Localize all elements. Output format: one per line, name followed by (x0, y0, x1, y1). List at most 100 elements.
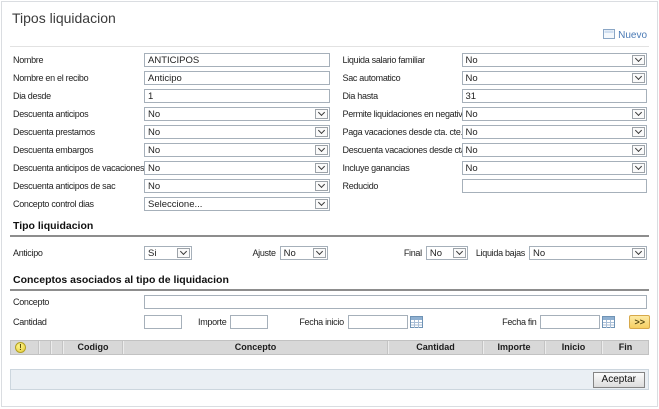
nombre-en-el-recibo-label: Nombre en el recibo (13, 73, 144, 83)
ajuste-label: Ajuste (252, 248, 275, 258)
select-value: No (281, 248, 312, 259)
add-concepto-button[interactable]: >> (629, 315, 650, 329)
form-row: Dia hasta (330, 87, 658, 105)
form-row: Paga vacaciones desde cta. cte.No (330, 123, 658, 141)
select-value: No (463, 127, 632, 138)
select-value: No (145, 145, 314, 156)
chevron-down-icon[interactable] (453, 248, 466, 258)
chevron-down-icon[interactable] (315, 181, 328, 191)
page-title: Tipos liquidacion (2, 2, 657, 26)
select-value: Si (145, 248, 176, 259)
importe-input[interactable] (230, 315, 268, 329)
footer-bar: Aceptar (10, 369, 649, 390)
toolbar: Nuevo (2, 27, 657, 43)
nombre-input[interactable] (144, 53, 330, 67)
liquida-salario-familiar-label: Liquida salario familiar (343, 55, 462, 65)
permite-liquidaciones-en-negativo-select[interactable]: No (462, 107, 648, 121)
liquida-salario-familiar-select[interactable]: No (462, 53, 648, 67)
select-value: No (145, 181, 314, 192)
reducido-input[interactable] (462, 179, 648, 193)
incluye-ganancias-select[interactable]: No (462, 161, 648, 175)
liquida-bajas-select[interactable]: No (529, 246, 647, 260)
dia-hasta-input[interactable] (462, 89, 648, 103)
aceptar-button[interactable]: Aceptar (593, 372, 645, 388)
paga-vacaciones-desde-cta-cte-select[interactable]: No (462, 125, 648, 139)
select-value: No (530, 248, 631, 259)
nuevo-link[interactable]: Nuevo (603, 29, 647, 42)
descuenta-anticipos-de-vacaciones-select[interactable]: No (144, 161, 330, 175)
chevron-down-icon[interactable] (315, 163, 328, 173)
chevron-down-icon[interactable] (632, 109, 645, 119)
dia-desde-input[interactable] (144, 89, 330, 103)
form-row: Nombre en el recibo (2, 69, 330, 87)
select-value: No (463, 109, 632, 120)
descuenta-prestamos-label: Descuenta prestamos (13, 127, 144, 137)
form-row: Dia desde (2, 87, 330, 105)
sac-automatico-select[interactable]: No (462, 71, 648, 85)
chevron-down-icon[interactable] (315, 109, 328, 119)
form-row: Nombre (2, 51, 330, 69)
fecha-fin-input[interactable] (540, 315, 600, 329)
main-form: Nombre Nombre en el recibo Dia desde Descue… (2, 51, 657, 213)
chevron-down-icon[interactable] (313, 248, 326, 258)
form-row: Incluye gananciasNo (330, 159, 658, 177)
fecha-inicio-calendar-icon[interactable] (410, 316, 425, 329)
select-value: No (463, 163, 632, 174)
sac-automatico-label: Sac automatico (343, 73, 462, 83)
ajuste-select[interactable]: No (280, 246, 328, 260)
concepto-control-dias-select[interactable]: Seleccione... (144, 197, 330, 211)
descuenta-vacaciones-desde-cta-cte-select[interactable]: No (462, 143, 648, 157)
form-row: Descuenta anticiposNo (2, 105, 330, 123)
chevron-down-icon[interactable] (632, 163, 645, 173)
form-row: Liquida salario familiarNo (330, 51, 658, 69)
descuenta-embargos-select[interactable]: No (144, 143, 330, 157)
cantidad-input[interactable] (144, 315, 182, 329)
chevron-down-icon[interactable] (632, 55, 645, 65)
column-header-importe: Importe (483, 341, 545, 354)
descuenta-vacaciones-desde-cta-cte-label: Descuenta vacaciones desde cta. cte. (343, 145, 462, 155)
select-value: No (145, 127, 314, 138)
dia-desde-label: Dia desde (13, 91, 144, 101)
warning-icon: ! (15, 342, 26, 353)
nombre-en-el-recibo-input[interactable] (144, 71, 330, 85)
fecha-inicio-label: Fecha inicio (299, 317, 343, 327)
chevron-down-icon[interactable] (177, 248, 190, 258)
chevron-down-icon[interactable] (315, 199, 328, 209)
descuenta-embargos-label: Descuenta embargos (13, 145, 144, 155)
fecha-inicio-input[interactable] (348, 315, 408, 329)
descuenta-anticipos-select[interactable]: No (144, 107, 330, 121)
concepto-input[interactable] (144, 295, 647, 309)
chevron-down-icon[interactable] (315, 127, 328, 137)
form-row: Reducido (330, 177, 658, 195)
form-row: Descuenta anticipos de vacacionesNo (2, 159, 330, 177)
descuenta-prestamos-select[interactable]: No (144, 125, 330, 139)
divider (10, 46, 649, 47)
incluye-ganancias-label: Incluye ganancias (343, 163, 462, 173)
fecha-fin-calendar-icon[interactable] (602, 316, 617, 329)
form-row: Concepto control diasSeleccione... (2, 195, 330, 213)
form-column-right: Liquida salario familiarNoSac automatico… (330, 51, 658, 213)
tipo-liquidacion-row: AnticipoSiAjusteNoFinalNoLiquida bajasNo (2, 237, 657, 267)
liquida-bajas-label: Liquida bajas (476, 248, 525, 258)
anticipo-label: Anticipo (13, 248, 144, 258)
select-value: No (463, 55, 632, 66)
fecha-fin-label: Fecha fin (502, 317, 536, 327)
anticipo-select[interactable]: Si (144, 246, 192, 260)
paga-vacaciones-desde-cta-cte-label: Paga vacaciones desde cta. cte. (343, 127, 462, 137)
chevron-down-icon[interactable] (632, 248, 645, 258)
reducido-label: Reducido (343, 181, 462, 191)
chevron-down-icon[interactable] (632, 145, 645, 155)
form-row: Descuenta embargosNo (2, 141, 330, 159)
chevron-down-icon[interactable] (315, 145, 328, 155)
column-spacer (51, 341, 63, 354)
form-row: Permite liquidaciones en negativoNo (330, 105, 658, 123)
dia-hasta-label: Dia hasta (343, 91, 462, 101)
chevron-down-icon[interactable] (632, 73, 645, 83)
column-spacer (39, 341, 51, 354)
descuenta-anticipos-label: Descuenta anticipos (13, 109, 144, 119)
descuenta-anticipos-de-sac-select[interactable]: No (144, 179, 330, 193)
final-select[interactable]: No (426, 246, 468, 260)
chevron-down-icon[interactable] (632, 127, 645, 137)
select-value: Seleccione... (145, 199, 314, 210)
conceptos-table: !CodigoConceptoCantidadImporteInicioFin (10, 340, 649, 367)
